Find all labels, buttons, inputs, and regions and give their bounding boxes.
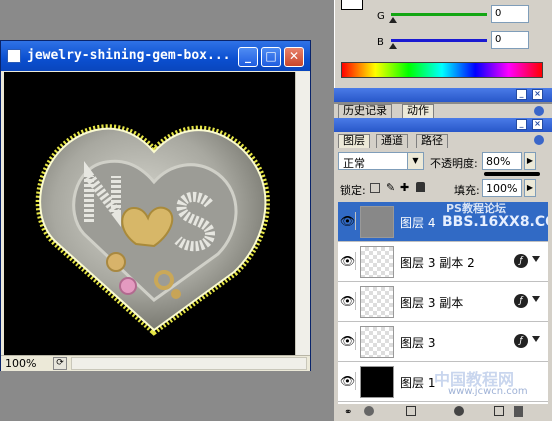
opacity-arrow-icon[interactable]: ▶ [524, 152, 536, 170]
horizontal-scrollbar[interactable] [71, 357, 307, 370]
fill-label: 填充: [454, 184, 480, 197]
fx-icon[interactable]: ƒ [514, 294, 528, 308]
layer-thumbnail [360, 246, 394, 278]
expand-arrow-icon[interactable] [532, 296, 540, 302]
lock-transparency-icon[interactable] [370, 183, 380, 193]
adjustment-layer-icon[interactable] [454, 406, 464, 416]
b-value-input[interactable]: 0 [491, 31, 529, 49]
foreground-swatch[interactable] [341, 0, 363, 10]
layer-row-3-copy-2[interactable]: 👁 图层 3 副本 2 ƒ [338, 242, 548, 282]
document-titlebar[interactable]: jewelry-shining-gem-box... _ □ ✕ [1, 41, 310, 71]
fx-icon[interactable]: ƒ [514, 254, 528, 268]
opacity-slider[interactable] [484, 172, 540, 176]
lock-all-icon[interactable] [416, 182, 425, 192]
opacity-input[interactable]: 80% [482, 152, 522, 170]
g-slider-handle[interactable] [389, 17, 397, 23]
lock-move-icon[interactable]: ✚ [400, 181, 409, 194]
opacity-label: 不透明度: [430, 157, 478, 170]
minimize-button[interactable]: _ [238, 47, 258, 67]
document-window: jewelry-shining-gem-box... _ □ ✕ 100% ⟳ [0, 40, 311, 371]
layers-footer: ⚭ [334, 404, 552, 421]
layer-mask-icon[interactable] [406, 406, 416, 416]
layer-style-icon[interactable] [364, 406, 374, 416]
watermark-url: BBS.16XX8.COM [442, 214, 548, 230]
fill-arrow-icon[interactable]: ▶ [524, 179, 536, 197]
g-slider[interactable] [391, 13, 487, 16]
layer-row-4[interactable]: 👁 图层 4 PS教程论坛 BBS.16XX8.COM [338, 202, 548, 242]
eye-icon[interactable]: 👁 [340, 372, 356, 390]
layer-row-3-copy[interactable]: 👁 图层 3 副本 ƒ [338, 282, 548, 322]
layers-panel-minbar[interactable]: _ × [334, 118, 552, 132]
layer-name[interactable]: 图层 3 [400, 334, 435, 351]
layers-panel: 图层 通道 路径 正常 ▼ 不透明度: 80% ▶ 锁定: ✎ ✚ 填充: 10… [334, 132, 552, 421]
expand-arrow-icon[interactable] [532, 256, 540, 262]
eye-icon[interactable]: 👁 [340, 292, 356, 310]
document-title: jewelry-shining-gem-box... [27, 48, 231, 63]
fill-input[interactable]: 100% [482, 179, 522, 197]
status-arrow-icon[interactable]: ⟳ [53, 357, 67, 370]
b-slider[interactable] [391, 39, 487, 42]
lock-paint-icon[interactable]: ✎ [386, 181, 395, 194]
color-spectrum[interactable] [341, 62, 543, 78]
expand-arrow-icon[interactable] [532, 336, 540, 342]
footer-url: www.jcwcn.com [448, 386, 528, 397]
layer-name[interactable]: 图层 1 [400, 374, 435, 391]
color-panel: G 0 B 0 [334, 0, 552, 90]
panel-minbar[interactable]: _ × [334, 88, 552, 102]
g-value-input[interactable]: 0 [491, 5, 529, 23]
heart-jewelry-box-image [35, 124, 270, 336]
layers-menu-icon[interactable] [534, 135, 544, 145]
new-layer-icon[interactable] [494, 406, 504, 416]
image-canvas[interactable] [4, 72, 295, 355]
panel-close-icon[interactable]: × [532, 89, 543, 100]
fx-icon[interactable]: ƒ [514, 334, 528, 348]
layers-list: 👁 图层 4 PS教程论坛 BBS.16XX8.COM 👁 图层 3 副本 2 … [338, 202, 548, 418]
layer-name[interactable]: 图层 3 副本 [400, 294, 463, 311]
tab-actions[interactable]: 动作 [402, 104, 434, 118]
panel-menu-icon[interactable] [534, 106, 544, 116]
zoom-level[interactable]: 100% [5, 357, 36, 370]
eye-icon[interactable]: 👁 [340, 212, 356, 230]
status-bar: 100% ⟳ [1, 355, 310, 371]
close-button[interactable]: ✕ [284, 47, 304, 67]
tab-layers[interactable]: 图层 [338, 134, 370, 148]
blend-mode-value: 正常 [343, 157, 365, 170]
layer-thumbnail [360, 366, 394, 398]
eye-icon[interactable]: 👁 [340, 332, 356, 350]
layer-thumbnail [360, 286, 394, 318]
layer-name[interactable]: 图层 4 [400, 214, 435, 231]
layers-minimize-icon[interactable]: _ [516, 119, 527, 130]
layer-thumbnail [360, 326, 394, 358]
g-label: G [377, 11, 385, 22]
photoshop-doc-icon [7, 49, 21, 63]
history-actions-panel: 历史记录 动作 [334, 104, 552, 118]
tab-paths[interactable]: 路径 [416, 134, 448, 148]
link-layers-icon[interactable]: ⚭ [344, 407, 352, 418]
b-slider-handle[interactable] [389, 43, 397, 49]
trash-icon[interactable] [514, 406, 523, 417]
blend-mode-select[interactable]: 正常 ▼ [338, 152, 424, 170]
panel-minimize-icon[interactable]: _ [516, 89, 527, 100]
vertical-scrollbar[interactable] [295, 72, 310, 355]
layers-close-icon[interactable]: × [532, 119, 543, 130]
maximize-button[interactable]: □ [261, 47, 281, 67]
layer-name[interactable]: 图层 3 副本 2 [400, 254, 475, 271]
layer-thumbnail [360, 206, 394, 238]
layer-row-3[interactable]: 👁 图层 3 ƒ [338, 322, 548, 362]
eye-icon[interactable]: 👁 [340, 252, 356, 270]
lock-label: 锁定: [340, 184, 366, 197]
tab-channels[interactable]: 通道 [376, 134, 408, 148]
b-label: B [377, 37, 384, 48]
chevron-down-icon[interactable]: ▼ [407, 153, 423, 169]
tab-history[interactable]: 历史记录 [338, 104, 392, 118]
layer-row-1[interactable]: 👁 图层 1 中国教程网 www.jcwcn.com [338, 362, 548, 402]
